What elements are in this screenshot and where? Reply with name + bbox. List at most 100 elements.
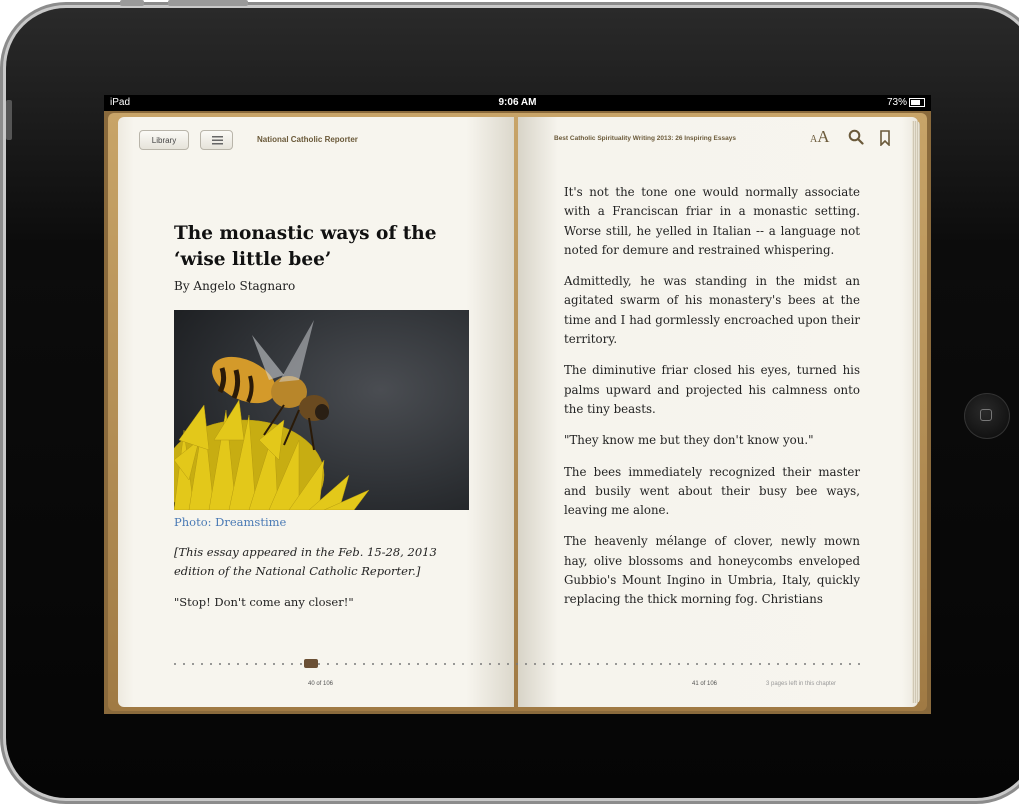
scrubber-dot: [372, 663, 374, 665]
scrubber-dot: [462, 663, 464, 665]
scrubber-dot: [183, 663, 185, 665]
scrubber-dot: [642, 663, 644, 665]
paragraph: Admittedly, he was standing in the midst…: [564, 274, 860, 347]
article-title: The monastic ways of the ‘wise little be…: [174, 223, 437, 270]
sleep-button: [168, 0, 248, 6]
left-page-number: 40 of 106: [308, 681, 334, 687]
scrubber-dot: [516, 663, 518, 665]
right-running-header: Best Catholic Spirituality Writing 2013:…: [554, 135, 736, 142]
paragraph: It's not the tone one would normally ass…: [564, 185, 860, 257]
status-bar: iPad 9:06 AM 73%: [104, 95, 931, 111]
scrubber-dot: [273, 663, 275, 665]
scrubber-dot: [435, 663, 437, 665]
bookmark-icon[interactable]: [879, 130, 891, 146]
paragraph: The bees immediately recognized their ma…: [564, 464, 860, 518]
scrubber-dot: [705, 663, 707, 665]
scrubber-dot: [624, 663, 626, 665]
scrubber-dot: [633, 663, 635, 665]
scrubber-dot: [525, 663, 527, 665]
ibooks-screen: iPad 9:06 AM 73% Library National Cathol…: [104, 95, 931, 714]
side-switch: [6, 100, 12, 140]
scrubber-dot: [849, 663, 851, 665]
right-page-text: It's not the tone one would normally ass…: [564, 183, 860, 622]
scrubber-dot: [318, 663, 320, 665]
scrubber-dot: [543, 663, 545, 665]
page-edges: [912, 121, 920, 703]
paragraph: The diminutive friar closed his eyes, tu…: [564, 363, 860, 416]
scrubber-dot: [399, 663, 401, 665]
pages-left-label: 3 pages left in this chapter: [766, 681, 837, 687]
scrubber-dot: [219, 663, 221, 665]
table-of-contents-button[interactable]: [200, 130, 233, 150]
scrubber-dot: [669, 663, 671, 665]
scrubber-dot: [408, 663, 410, 665]
scrubber-dot: [606, 663, 608, 665]
scrubber-dot: [192, 663, 194, 665]
scrubber-dot: [264, 663, 266, 665]
battery-indicator: 73%: [887, 97, 925, 108]
battery-percent: 73%: [886, 97, 907, 108]
scrubber-dot: [660, 663, 662, 665]
scrubber-dot: [687, 663, 689, 665]
page-scrubber[interactable]: [174, 663, 864, 667]
scrubber-dot: [822, 663, 824, 665]
scrubber-dot: [813, 663, 815, 665]
scrubber-dot: [723, 663, 725, 665]
scrubber-dot: [804, 663, 806, 665]
scrubber-dot: [471, 663, 473, 665]
scrubber-dot: [417, 663, 419, 665]
home-button-icon: [980, 409, 992, 421]
scrubber-dot: [345, 663, 347, 665]
publication-note: [This essay appeared in the Feb. 15-28, …: [174, 545, 437, 578]
scrubber-dot: [750, 663, 752, 665]
paragraph: The heavenly mélange of clover, newly mo…: [564, 534, 860, 607]
article-byline: By Angelo Stagnaro: [174, 279, 296, 293]
scrubber-dot: [552, 663, 554, 665]
scrubber-dot: [480, 663, 482, 665]
scrubber-dot: [651, 663, 653, 665]
clock: 9:06 AM: [498, 97, 537, 108]
bee-photo[interactable]: [174, 310, 469, 510]
scrubber-dot: [336, 663, 338, 665]
scrubber-dot: [228, 663, 230, 665]
scrubber-dot: [363, 663, 365, 665]
search-icon[interactable]: [848, 129, 864, 145]
scrubber-dot: [777, 663, 779, 665]
scrubber-dot: [678, 663, 680, 665]
scrubber-dot: [282, 663, 284, 665]
library-button[interactable]: Library: [139, 130, 189, 150]
right-page-number: 41 of 106: [692, 681, 718, 687]
scrubber-dot: [390, 663, 392, 665]
scrubber-dot: [489, 663, 491, 665]
scrubber-dot: [831, 663, 833, 665]
paragraph: "They know me but they don't know you.": [564, 433, 814, 448]
page-scrubber-thumb[interactable]: [303, 659, 318, 668]
scrubber-dot: [534, 663, 536, 665]
volume-button: [120, 0, 144, 6]
opening-quote: "Stop! Don't come any closer!": [174, 595, 354, 609]
scrubber-dot: [588, 663, 590, 665]
home-button[interactable]: [964, 393, 1010, 439]
photo-caption-link[interactable]: Photo: Dreamstime: [174, 515, 286, 529]
scrubber-dot: [246, 663, 248, 665]
scrubber-dot: [381, 663, 383, 665]
scrubber-dot: [237, 663, 239, 665]
scrubber-dot: [786, 663, 788, 665]
scrubber-dot: [453, 663, 455, 665]
scrubber-dot: [444, 663, 446, 665]
scrubber-dot: [858, 663, 860, 665]
scrubber-dot: [291, 663, 293, 665]
list-icon: [212, 136, 223, 145]
scrubber-dot: [696, 663, 698, 665]
scrubber-dot: [354, 663, 356, 665]
scrubber-dot: [741, 663, 743, 665]
font-big-glyph: A: [817, 127, 830, 146]
font-size-button[interactable]: AA: [810, 127, 830, 147]
left-running-header: National Catholic Reporter: [257, 135, 358, 144]
scrubber-dot: [795, 663, 797, 665]
scrubber-dot: [615, 663, 617, 665]
scrubber-dot: [714, 663, 716, 665]
scrubber-dot: [426, 663, 428, 665]
battery-icon: [909, 97, 925, 107]
scrubber-dot: [840, 663, 842, 665]
